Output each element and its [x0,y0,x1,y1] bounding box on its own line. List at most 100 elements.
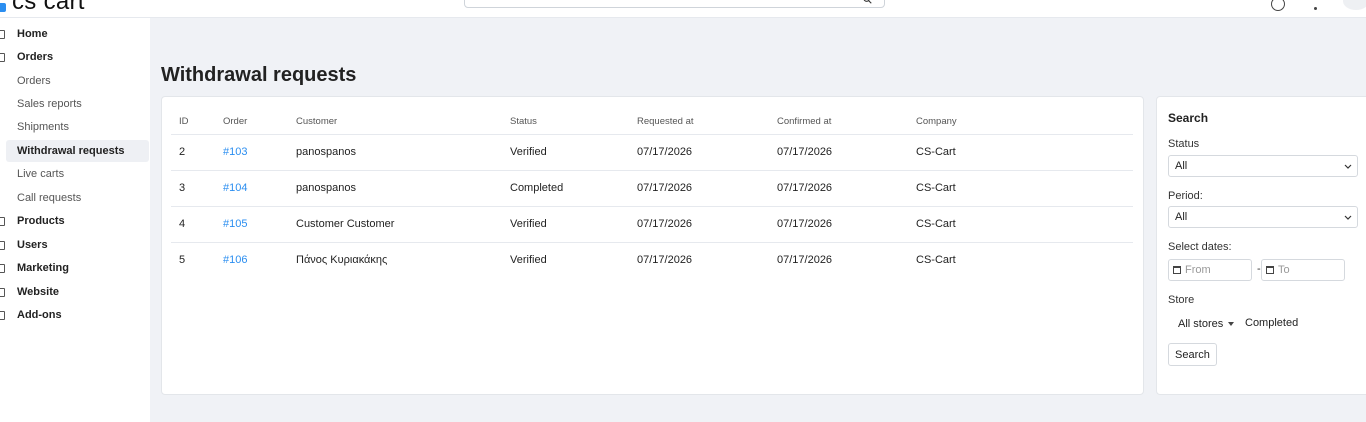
sidebar-item-label: Shipments [17,121,69,133]
sidebar-item-home[interactable]: Home [0,23,150,45]
cell-id: 2 [171,134,215,171]
sidebar-item-call-requests[interactable]: Call requests [0,187,150,209]
table-row[interactable]: 4 #105 Customer Customer Verified 07/17/… [171,206,1133,243]
sidebar-item-label: Home [17,28,48,40]
more-icon[interactable] [1313,0,1317,10]
order-link[interactable]: #104 [223,182,247,194]
cell-id: 5 [179,254,186,267]
column-header-status[interactable]: Status [502,109,629,135]
date-from-placeholder: From [1185,264,1211,276]
cell-status: Completed [502,170,629,207]
cell-order: #103 [215,134,288,171]
cell-company: CS-Cart [908,170,1133,207]
status-select[interactable]: All [1168,155,1358,177]
website-icon [0,288,5,297]
main-content: Withdrawal requests ID Order Customer St… [150,18,1366,422]
sidebar-item-addons[interactable]: Add-ons [0,304,150,326]
sidebar-item-orders[interactable]: Orders [0,46,150,68]
cell-customer: panospanos [288,134,502,171]
search-button[interactable]: Search [1168,343,1217,366]
column-header-id[interactable]: ID [171,109,215,135]
store-dropdown-value: All stores [1178,318,1224,330]
chevron-down-icon [1344,164,1352,169]
date-from-input[interactable]: From [1168,259,1252,281]
cell-company: CS-Cart [908,134,1133,171]
filter-title: Search [1168,111,1209,125]
cell-confirmed-at: 07/17/2026 [769,134,908,171]
sidebar-item-label: Orders [17,51,54,63]
caret-down-icon [1228,322,1235,326]
store-label: Store [1168,294,1195,306]
addons-icon [0,311,5,320]
cell-status: Verified [502,134,629,171]
cell-requested-at: 07/17/2026 [629,206,769,243]
order-link[interactable]: #103 [223,146,247,158]
table-row[interactable]: 2 #103 panospanos Verified 07/17/2026 07… [171,134,1133,171]
sidebar: Home Orders Orders Sales reports Shipmen… [0,18,150,422]
users-icon [0,241,5,250]
store-dropdown[interactable]: All stores [1178,318,1235,330]
cell-requested-at: 07/17/2026 [629,170,769,207]
sidebar-item-marketing[interactable]: Marketing [0,257,150,279]
column-header-order[interactable]: Order [215,109,288,135]
sidebar-item-label: Products [17,215,65,227]
search-filter-panel: Search Status All Period: All Select dat… [1156,96,1366,395]
cell-confirmed-at: 07/17/2026 [777,254,833,267]
sidebar-item-shipments[interactable]: Shipments [0,116,150,138]
sidebar-item-website[interactable]: Website [0,281,150,303]
cell-customer: Πάνος Κυριακάκης [296,254,388,267]
column-header-customer[interactable]: Customer [288,109,502,135]
sidebar-item-orders-list[interactable]: Orders [0,70,150,92]
column-header-requested-at[interactable]: Requested at [629,109,769,135]
withdrawal-requests-table: ID Order Customer Status Requested at Co… [171,109,1133,278]
sidebar-item-users[interactable]: Users [0,234,150,256]
cell-requested-at: 07/17/2026 [629,134,769,171]
cell-confirmed-at: 07/17/2026 [769,206,908,243]
sidebar-item-label: Add-ons [17,309,62,321]
sidebar-item-products[interactable]: Products [0,210,150,232]
table-row[interactable]: 3 #104 panospanos Completed 07/17/2026 0… [171,170,1133,207]
top-bar: cs cart [0,0,1366,18]
sidebar-item-label: Call requests [17,192,82,204]
store-status-text: Completed [1245,317,1299,329]
products-icon [0,217,5,226]
logo[interactable]: cs cart [0,0,85,15]
sidebar-item-label: Withdrawal requests [17,145,125,157]
home-icon [0,30,5,39]
sidebar-item-label: Orders [17,75,51,87]
orders-icon [0,53,5,62]
column-header-confirmed-at[interactable]: Confirmed at [769,109,908,135]
logo-text: cs cart [12,0,85,15]
logo-mark [0,2,6,12]
cell-customer: panospanos [288,170,502,207]
sidebar-item-withdrawal-requests[interactable]: Withdrawal requests [6,140,149,162]
cell-id: 3 [171,170,215,207]
calendar-icon [1173,266,1181,274]
marketing-icon [0,264,5,273]
order-link[interactable]: #106 [223,254,247,266]
status-label: Status [1168,138,1200,150]
select-dates-label: Select dates: [1168,241,1232,253]
table-row[interactable]: 5 #106 Πάνος Κυριακάκης Verified 07/17/2… [171,242,1133,278]
cell-company: CS-Cart [916,254,956,267]
order-link[interactable]: #105 [223,218,247,230]
chevron-down-icon [1344,215,1352,220]
period-select[interactable]: All [1168,206,1358,228]
sidebar-item-sales-reports[interactable]: Sales reports [0,93,150,115]
date-to-placeholder: To [1278,264,1290,276]
sidebar-item-label: Sales reports [17,98,82,110]
column-header-company[interactable]: Company [908,109,1133,135]
date-to-input[interactable]: To [1261,259,1345,281]
sidebar-item-label: Users [17,239,48,251]
sidebar-item-label: Marketing [17,262,69,274]
period-label: Period: [1168,190,1203,202]
global-search-input[interactable] [464,0,885,8]
cell-order: #105 [215,206,288,243]
help-icon[interactable] [1271,0,1285,11]
avatar[interactable] [1343,0,1366,10]
cell-company: CS-Cart [908,206,1133,243]
sidebar-item-live-carts[interactable]: Live carts [0,163,150,185]
withdrawal-requests-card: ID Order Customer Status Requested at Co… [161,96,1144,395]
search-icon[interactable] [863,0,872,4]
period-select-value: All [1175,211,1188,223]
